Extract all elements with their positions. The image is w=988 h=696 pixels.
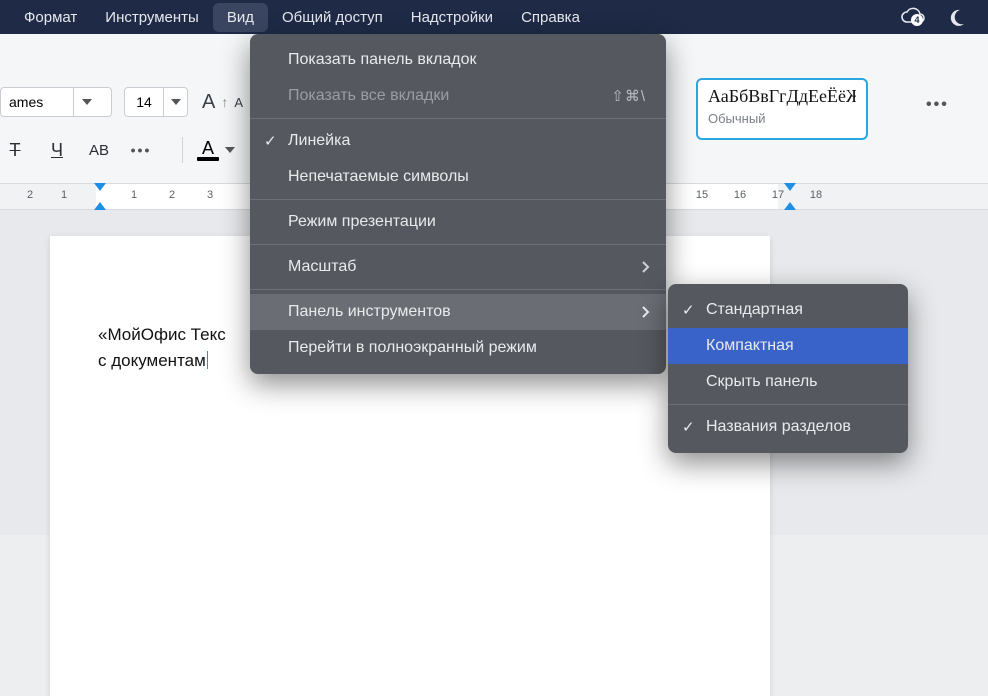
font-size-combo[interactable]: 14 xyxy=(124,87,188,117)
menu-show-tab-panel[interactable]: Показать панель вкладок xyxy=(250,42,666,78)
menu-tools[interactable]: Инструменты xyxy=(91,3,213,32)
menu-zoom[interactable]: Масштаб xyxy=(250,249,666,285)
style-more-button[interactable]: ••• xyxy=(926,96,949,114)
ruler-number: 2 xyxy=(169,189,175,201)
font-size-dropdown[interactable] xyxy=(163,88,187,116)
menu-nonprinting[interactable]: Непечатаемые символы xyxy=(250,159,666,195)
ruler-number: 1 xyxy=(131,189,137,201)
ruler-first-line-indent[interactable] xyxy=(94,183,106,191)
style-gallery-item[interactable]: АаБбВвГгДдЕеЁёЖж Обычный xyxy=(696,78,868,140)
font-color-button[interactable]: A xyxy=(197,140,219,161)
doc-text-line: «МойОфис Текс xyxy=(98,325,226,344)
strikethrough-button[interactable]: T xyxy=(0,136,30,164)
ruler-number: 17 xyxy=(772,189,784,201)
submenu-standard[interactable]: ✓ Стандартная xyxy=(668,292,908,328)
font-name-dropdown[interactable] xyxy=(73,88,99,116)
chevron-right-icon xyxy=(642,306,650,318)
menu-share[interactable]: Общий доступ xyxy=(268,3,397,32)
ruler-number: 3 xyxy=(207,189,213,201)
ruler-right-indent[interactable] xyxy=(784,202,796,210)
menu-addons[interactable]: Надстройки xyxy=(397,3,507,32)
more-formatting-button[interactable]: ••• xyxy=(126,136,156,164)
menubar: Формат Инструменты Вид Общий доступ Надс… xyxy=(0,0,988,34)
font-size-value: 14 xyxy=(125,94,163,110)
ruler-right-indent-top[interactable] xyxy=(784,183,796,191)
check-icon: ✓ xyxy=(682,301,695,319)
ruler-number: 15 xyxy=(696,189,708,201)
menu-view[interactable]: Вид xyxy=(213,3,268,32)
menu-show-all-tabs: Показать все вкладки ⇧⌘\ xyxy=(250,78,666,114)
style-sample: АаБбВвГгДдЕеЁёЖж xyxy=(708,86,856,107)
toolbar-divider xyxy=(182,137,183,163)
menu-help[interactable]: Справка xyxy=(507,3,594,32)
toolbar-submenu-panel: ✓ Стандартная Компактная Скрыть панель ✓… xyxy=(668,284,908,453)
ruler-number: 18 xyxy=(810,189,822,201)
menu-ruler[interactable]: ✓ Линейка xyxy=(250,123,666,159)
menu-presentation-mode[interactable]: Режим презентации xyxy=(250,204,666,240)
submenu-hide-toolbar[interactable]: Скрыть панель xyxy=(668,364,908,400)
cloud-sync-icon[interactable]: 4 xyxy=(900,4,926,30)
font-color-glyph: A xyxy=(202,140,214,156)
menu-separator xyxy=(250,244,666,245)
underline-button[interactable]: Ч xyxy=(42,136,72,164)
menu-separator xyxy=(250,118,666,119)
check-icon: ✓ xyxy=(682,418,695,436)
svg-text:4: 4 xyxy=(914,15,919,25)
menu-fullscreen[interactable]: Перейти в полноэкранный режим xyxy=(250,330,666,366)
menu-format[interactable]: Формат xyxy=(10,3,91,32)
menu-separator xyxy=(250,199,666,200)
ruler-number: 1 xyxy=(61,189,67,201)
menu-toolbar[interactable]: Панель инструментов xyxy=(250,294,666,330)
submenu-section-titles[interactable]: ✓ Названия разделов xyxy=(668,409,908,445)
decrease-font-icon[interactable]: A xyxy=(234,95,243,110)
doc-text-line: с документам xyxy=(98,351,206,370)
font-color-bar xyxy=(197,157,219,161)
font-name-combo[interactable] xyxy=(0,87,112,117)
ruler-number: 2 xyxy=(27,189,33,201)
text-cursor xyxy=(207,351,208,369)
menu-accelerator: ⇧⌘\ xyxy=(611,87,646,105)
font-name-input[interactable] xyxy=(1,94,73,110)
menu-separator xyxy=(250,289,666,290)
check-icon: ✓ xyxy=(264,132,277,150)
submenu-compact[interactable]: Компактная xyxy=(668,328,908,364)
font-color-dropdown[interactable] xyxy=(225,147,235,153)
dark-mode-icon[interactable] xyxy=(944,4,970,30)
chevron-right-icon xyxy=(642,261,650,273)
caps-button[interactable]: AB xyxy=(84,136,114,164)
increase-font-icon[interactable]: A xyxy=(202,91,215,114)
menu-separator xyxy=(668,404,908,405)
style-name: Обычный xyxy=(708,111,856,126)
view-menu-panel: Показать панель вкладок Показать все вкл… xyxy=(250,34,666,374)
ruler-number: 16 xyxy=(734,189,746,201)
ruler-left-indent[interactable] xyxy=(94,202,106,210)
